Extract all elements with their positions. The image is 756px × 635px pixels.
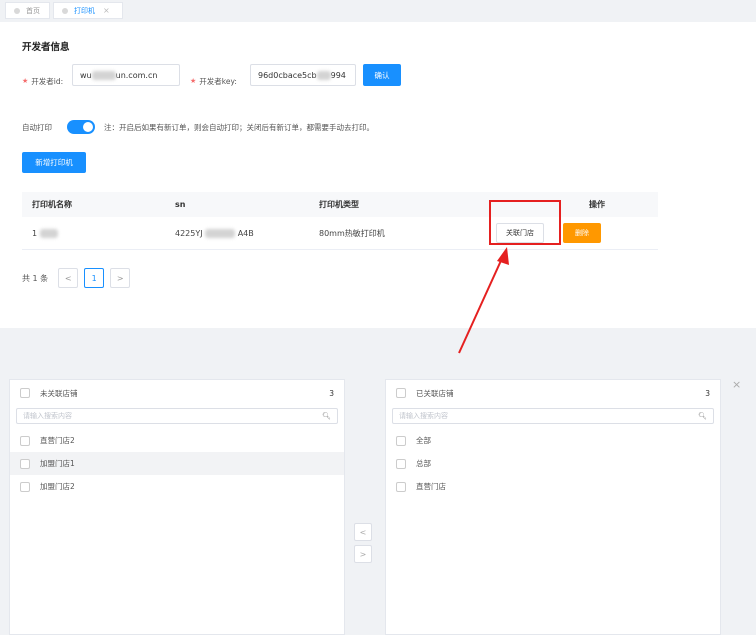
prev-page-button[interactable]: < xyxy=(58,268,79,288)
tab-label: 首页 xyxy=(26,6,40,15)
tab-home[interactable]: 首页 xyxy=(5,2,50,19)
item-label: 全部 xyxy=(416,436,431,445)
tab-dot-icon xyxy=(14,7,20,14)
close-icon[interactable]: × xyxy=(732,378,741,391)
total-count: 共 1 条 xyxy=(22,273,49,283)
item-checkbox[interactable] xyxy=(396,435,406,446)
tab-dot-icon xyxy=(62,7,68,14)
search-input[interactable]: 请输入搜索内容 🔍︎ xyxy=(392,408,714,424)
item-label: 加盟门店2 xyxy=(40,482,75,491)
search-icon: 🔍︎ xyxy=(322,412,331,420)
move-left-button[interactable]: < xyxy=(354,523,372,541)
printer-name: 1 xyxy=(32,228,38,238)
select-all-checkbox[interactable] xyxy=(396,388,406,398)
section-title: 开发者信息 xyxy=(22,42,70,53)
item-checkbox[interactable] xyxy=(20,458,30,469)
developer-key-label: ★ 开发者key: xyxy=(190,70,237,92)
sn-end: A4B xyxy=(237,228,254,238)
table-header: 打印机名称 sn 打印机类型 操作 xyxy=(22,192,658,217)
annotation-arrow-icon xyxy=(458,247,509,354)
linked-stores-panel: 已关联店铺 3 请输入搜索内容 🔍︎ 全部 总部 直营门店 xyxy=(385,379,721,635)
panel-header: 未关联店铺 3 xyxy=(10,380,344,406)
table-row: 1 4225YJ A4B 80mm热敏打印机 关联门店 删除 xyxy=(22,217,658,250)
id-value-end: un.com.cn xyxy=(115,70,158,80)
list-item[interactable]: 直营门店 xyxy=(386,475,720,498)
list-item[interactable]: 加盟门店2 xyxy=(10,475,344,498)
next-page-button[interactable]: > xyxy=(110,268,131,288)
printer-name-cell: 1 xyxy=(22,228,162,238)
panel-count: 3 xyxy=(329,388,334,398)
panel-count: 3 xyxy=(705,388,710,398)
required-star-icon: ★ xyxy=(22,77,29,85)
item-label: 直营门店2 xyxy=(40,436,75,445)
select-all-checkbox[interactable] xyxy=(20,388,30,398)
close-icon[interactable]: × xyxy=(103,6,110,15)
required-star-icon: ★ xyxy=(190,77,197,85)
column-header: 打印机类型 xyxy=(319,200,359,209)
list-item[interactable]: 加盟门店1 xyxy=(10,452,344,475)
list-item[interactable]: 全部 xyxy=(386,429,720,452)
search-input[interactable]: 请输入搜索内容 🔍︎ xyxy=(16,408,338,424)
item-checkbox[interactable] xyxy=(20,435,30,446)
item-label: 加盟门店1 xyxy=(40,459,75,468)
search-icon: 🔍︎ xyxy=(698,412,707,420)
tab-bar: 首页 打印机 × xyxy=(0,0,756,20)
masked-text xyxy=(205,228,236,238)
sn-start: 4225YJ xyxy=(175,228,203,238)
label-text: 开发者id: xyxy=(31,76,64,86)
column-header: 打印机名称 xyxy=(32,200,72,209)
list-item[interactable]: 直营门店2 xyxy=(10,429,344,452)
page-number-button[interactable]: 1 xyxy=(84,268,105,288)
masked-text xyxy=(39,228,58,238)
developer-key-field[interactable]: 96d0cbace5cb 994 xyxy=(250,64,356,86)
panel-title: 已关联店铺 xyxy=(416,388,454,398)
panel-title: 未关联店铺 xyxy=(40,388,78,398)
delete-button[interactable]: 删除 xyxy=(563,223,601,243)
unlinked-stores-panel: 未关联店铺 3 请输入搜索内容 🔍︎ 直营门店2 加盟门店1 加盟门店2 xyxy=(9,379,345,635)
printer-table: 打印机名称 sn 打印机类型 操作 1 4225YJ A4B 80mm热敏打印机… xyxy=(22,192,658,250)
column-header: sn xyxy=(175,200,186,209)
search-placeholder: 请输入搜索内容 xyxy=(399,412,448,420)
developer-id-label: ★ 开发者id: xyxy=(22,70,63,92)
auto-print-label: 自动打印 xyxy=(22,122,52,132)
sn-cell: 4225YJ A4B xyxy=(162,228,307,238)
annotation-highlight-box xyxy=(489,200,561,245)
list-item[interactable]: 总部 xyxy=(386,452,720,475)
masked-text xyxy=(91,70,116,80)
label-text: 开发者key: xyxy=(199,76,237,86)
panel-header: 已关联店铺 3 xyxy=(386,380,720,406)
id-value-start: wu xyxy=(80,70,92,80)
add-printer-button[interactable]: 新增打印机 xyxy=(22,152,86,173)
toggle-knob xyxy=(83,122,93,132)
item-label: 总部 xyxy=(416,459,431,468)
developer-id-field[interactable]: wu un.com.cn xyxy=(72,64,180,86)
auto-print-note: 注：开启后如果有新订单，则会自动打印；关闭后有新订单，都需要手动去打印。 xyxy=(104,122,374,132)
confirm-button[interactable]: 确认 xyxy=(363,64,401,86)
key-value-start: 96d0cbace5cb xyxy=(258,70,317,80)
item-checkbox[interactable] xyxy=(396,481,406,492)
item-checkbox[interactable] xyxy=(396,458,406,469)
key-value-end: 994 xyxy=(330,70,346,80)
tab-label: 打印机 xyxy=(74,6,95,15)
move-right-button[interactable]: > xyxy=(354,545,372,563)
pagination: 共 1 条 < 1 > xyxy=(22,268,131,288)
item-checkbox[interactable] xyxy=(20,481,30,492)
auto-print-toggle[interactable] xyxy=(67,120,95,134)
masked-text xyxy=(316,70,331,80)
printer-type-cell: 80mm热敏打印机 xyxy=(319,228,385,238)
developer-panel: 开发者信息 ★ 开发者id: wu un.com.cn ★ 开发者key: 96… xyxy=(0,22,756,328)
tab-printer[interactable]: 打印机 × xyxy=(53,2,123,19)
search-placeholder: 请输入搜索内容 xyxy=(23,412,72,420)
item-label: 直营门店 xyxy=(416,482,446,491)
